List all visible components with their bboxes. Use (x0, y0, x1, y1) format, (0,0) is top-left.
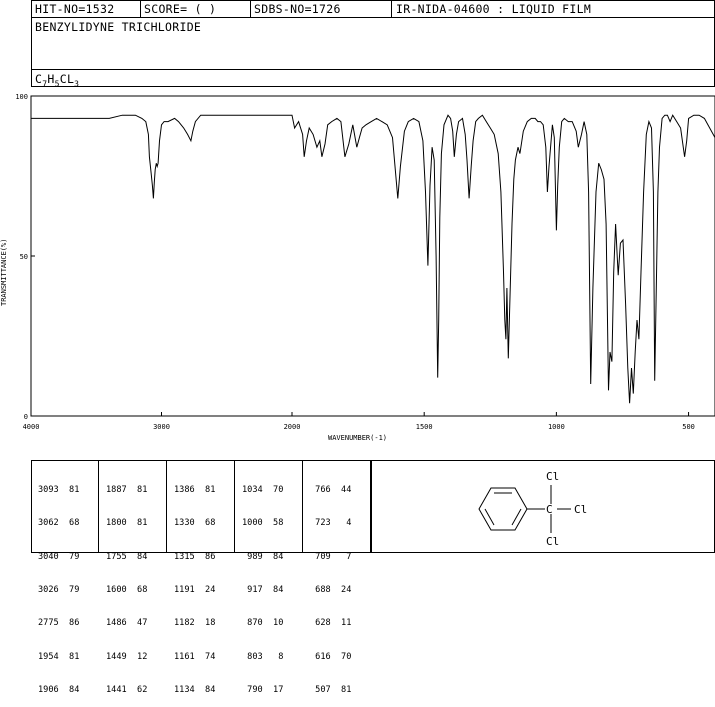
peak-cell: 1486 47 (106, 618, 148, 629)
peak-cell: 803 8 (242, 651, 284, 662)
y-axis-ticks: 100 50 0 (15, 93, 35, 421)
peak-cell: 989 84 (242, 551, 284, 562)
y-axis-label: TRANSMITTANCE(%) (0, 239, 8, 306)
peak-cell: 709 7 (310, 551, 352, 562)
y-tick-label: 0 (24, 413, 28, 421)
peak-cell: 1755 84 (106, 551, 148, 562)
peak-column-2: 1887 81 1800 81 1755 84 1600 68 1486 47 … (106, 463, 147, 707)
peak-cell: 1800 81 (106, 518, 148, 529)
peak-cell: 870 10 (242, 618, 284, 629)
ir-nida-info: IR-NIDA-04600 : LIQUID FILM (396, 2, 592, 16)
peak-cell: 723 4 (310, 518, 352, 529)
peak-table-divider-2 (166, 460, 167, 553)
sdbs-number: SDBS-NO=1726 (254, 2, 341, 16)
molecular-formula: C7H5CL3 (35, 72, 80, 89)
carbon-label: C (546, 503, 553, 516)
x-tick-label: 2000 (284, 423, 301, 431)
peak-column-3: 1386 81 1330 68 1315 86 1191 24 1182 18 … (174, 463, 215, 707)
peak-table-divider-3 (234, 460, 235, 553)
peak-cell: 790 17 (242, 684, 284, 695)
peak-cell: 1954 81 (38, 651, 80, 662)
peak-cell: 1000 58 (242, 518, 284, 529)
x-axis-ticks: 4000 3000 2000 1500 1000 500 (23, 412, 695, 431)
x-tick-label: 4000 (23, 423, 40, 431)
peak-cell: 1191 24 (174, 585, 216, 596)
peak-cell: 1161 74 (174, 651, 216, 662)
spectrum-trace (31, 114, 715, 404)
y-tick-label: 100 (15, 93, 28, 101)
x-axis-label: WAVENUMBER(-1) (328, 434, 387, 442)
peak-cell: 3040 79 (38, 551, 80, 562)
chlorine-label-top: Cl (546, 470, 559, 483)
peak-cell: 1315 86 (174, 551, 216, 562)
peak-cell: 3093 81 (38, 485, 80, 496)
hit-number: HIT-NO=1532 (35, 2, 115, 16)
peak-column-4: 1034 70 1000 58 989 84 917 84 870 10 803… (242, 463, 283, 707)
chlorine-label-bottom: Cl (546, 535, 559, 548)
peak-cell: 507 81 (310, 684, 352, 695)
peak-cell: 1386 81 (174, 485, 216, 496)
header-divider-2 (250, 0, 251, 18)
peak-column-1: 3093 81 3062 68 3040 79 3026 79 2775 86 … (38, 463, 79, 707)
benzene-ring (478, 487, 528, 531)
peak-cell: 1182 18 (174, 618, 216, 629)
peak-cell: 1887 81 (106, 485, 148, 496)
peak-cell: 1330 68 (174, 518, 216, 529)
formula-divider (31, 69, 715, 70)
peak-cell: 3062 68 (38, 518, 80, 529)
plot-frame (30, 95, 715, 417)
y-tick-label: 50 (20, 253, 28, 261)
compound-name: BENZYLIDYNE TRICHLORIDE (35, 20, 202, 34)
peak-cell: 3026 79 (38, 585, 80, 596)
peak-cell: 628 11 (310, 618, 352, 629)
header-box (31, 0, 715, 18)
score: SCORE= ( ) (144, 2, 217, 16)
peak-cell: 1034 70 (242, 485, 284, 496)
peak-table-divider-4 (302, 460, 303, 553)
x-tick-label: 1500 (416, 423, 433, 431)
ir-spectrum-chart: 100500 4000 3000 2000 1500 1000 500 TRANSMITT… (0, 93, 715, 442)
x-tick-label: 1000 (548, 423, 565, 431)
peak-cell: 766 44 (310, 485, 352, 496)
chemical-structure: C Cl Cl Cl (478, 470, 587, 548)
peak-cell: 917 84 (242, 585, 284, 596)
peak-cell: 1449 12 (106, 651, 148, 662)
x-tick-label: 500 (682, 423, 695, 431)
peak-cell: 1600 68 (106, 585, 148, 596)
peak-column-5: 766 44 723 4 709 7 688 24 628 11 616 70 … (310, 463, 351, 707)
peak-cell: 1441 62 (106, 684, 148, 695)
peak-table-divider-1 (98, 460, 99, 553)
peak-cell: 1134 84 (174, 684, 216, 695)
peak-cell: 2775 86 (38, 618, 80, 629)
peak-cell: 1906 84 (38, 684, 80, 695)
chlorine-label-right: Cl (574, 503, 587, 516)
header-divider-1 (140, 0, 141, 18)
peak-cell: 616 70 (310, 651, 352, 662)
header-divider-3 (391, 0, 392, 18)
x-tick-label: 3000 (153, 423, 170, 431)
peak-cell: 688 24 (310, 585, 352, 596)
